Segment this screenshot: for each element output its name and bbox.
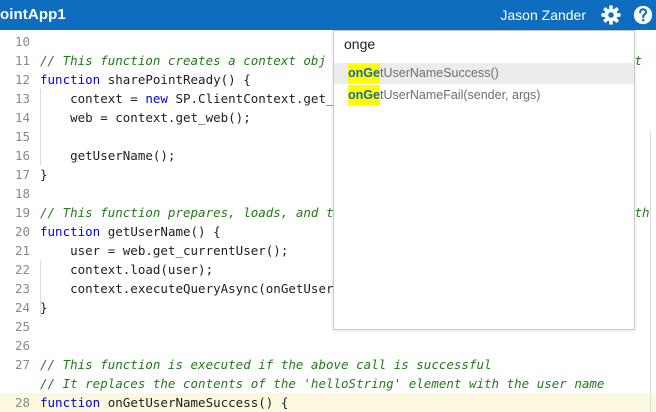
app-title: ointApp1 [0, 6, 66, 23]
code-line[interactable]: 26 [0, 336, 656, 355]
code-text: context.executeQueryAsync(onGetUser [40, 279, 334, 298]
code-text: function getUserName() { [40, 222, 221, 241]
code-token: onGetUserNameSuccess() { [100, 395, 289, 410]
suggestion-rest: tUserNameFail(sender, args) [380, 88, 541, 102]
code-token: // This function prepares, loads, and t [40, 205, 334, 220]
line-number: 12 [14, 72, 30, 87]
line-number: 14 [14, 110, 30, 125]
code-line[interactable]: // It replaces the contents of the 'hell… [0, 374, 656, 393]
code-token: new [145, 91, 168, 106]
code-text: getUserName(); [40, 146, 175, 165]
line-number: 26 [14, 338, 30, 353]
suggestion-match: onGe [348, 85, 380, 106]
code-token: SP.ClientContext.get_ [167, 91, 334, 106]
code-token: sharePointReady() { [100, 72, 251, 87]
user-name[interactable]: Jason Zander [500, 0, 586, 30]
code-token: function [40, 395, 101, 410]
line-number: 10 [14, 34, 30, 49]
suggestion-item[interactable]: onGe tUserNameSuccess() [334, 63, 634, 84]
code-text: function sharePointReady() { [40, 70, 251, 89]
code-token: user = web.get_currentUser(); [40, 243, 289, 258]
line-number: 19 [14, 205, 30, 220]
code-line[interactable]: 28 function onGetUserNameSuccess() { [0, 393, 656, 412]
code-token: context.load(user); [40, 262, 214, 277]
suggestion-match: onGe [348, 63, 380, 84]
code-text: } [40, 298, 48, 317]
line-number: 28 [14, 395, 30, 410]
code-text: context = new SP.ClientContext.get_ [40, 89, 334, 108]
code-text: function onGetUserNameSuccess() { [40, 393, 288, 412]
code-token: web = context.get_web(); [40, 110, 251, 125]
line-number: 11 [14, 53, 30, 68]
suggestion-rest: tUserNameSuccess() [380, 66, 499, 80]
line-number: 17 [14, 167, 30, 182]
code-text: } [40, 165, 48, 184]
line-number: 23 [14, 281, 30, 296]
code-text: web = context.get_web(); [40, 108, 251, 127]
indent-guide [40, 260, 41, 317]
line-number: 21 [14, 243, 30, 258]
line-number: 13 [14, 91, 30, 106]
code-text: context.load(user); [40, 260, 213, 279]
line-number: 25 [14, 319, 30, 334]
suggestion-item[interactable]: onGe tUserNameFail(sender, args) [334, 85, 634, 106]
code-line[interactable]: 27 // This function is executed if the ab… [0, 355, 656, 374]
code-token: // This function creates a context obj [40, 53, 326, 68]
code-token: getUserName() { [100, 224, 221, 239]
code-token: // It replaces the contents of the 'hell… [40, 376, 605, 391]
line-number: 20 [14, 224, 30, 239]
code-token: } [40, 167, 48, 182]
line-number: 22 [14, 262, 30, 277]
code-token: } [40, 300, 48, 315]
code-token: context = [40, 91, 146, 106]
top-bar: ointApp1 Jason Zander [0, 0, 656, 30]
code-token: getUserName(); [40, 148, 176, 163]
code-text: // This function is executed if the abov… [40, 355, 492, 374]
editor-panel-edge [650, 130, 651, 412]
indent-guide [40, 89, 41, 165]
code-text: // It replaces the contents of the 'hell… [40, 374, 604, 393]
intellisense-filter-text: onge [344, 36, 376, 52]
help-icon[interactable] [632, 4, 654, 26]
code-token: function [40, 224, 101, 239]
gear-icon[interactable] [600, 4, 622, 26]
intellisense-popup: onge onGe tUserNameSuccess() onGe tUserN… [333, 30, 635, 330]
line-number: 15 [14, 129, 30, 144]
line-number: 24 [14, 300, 30, 315]
line-number: 18 [14, 186, 30, 201]
line-number: 27 [14, 357, 30, 372]
line-number: 16 [14, 148, 30, 163]
code-token: function [40, 72, 101, 87]
code-text: user = web.get_currentUser(); [40, 241, 288, 260]
code-token: // This function is executed if the abov… [40, 357, 492, 372]
code-token: context.executeQueryAsync(onGetUser [40, 281, 334, 296]
